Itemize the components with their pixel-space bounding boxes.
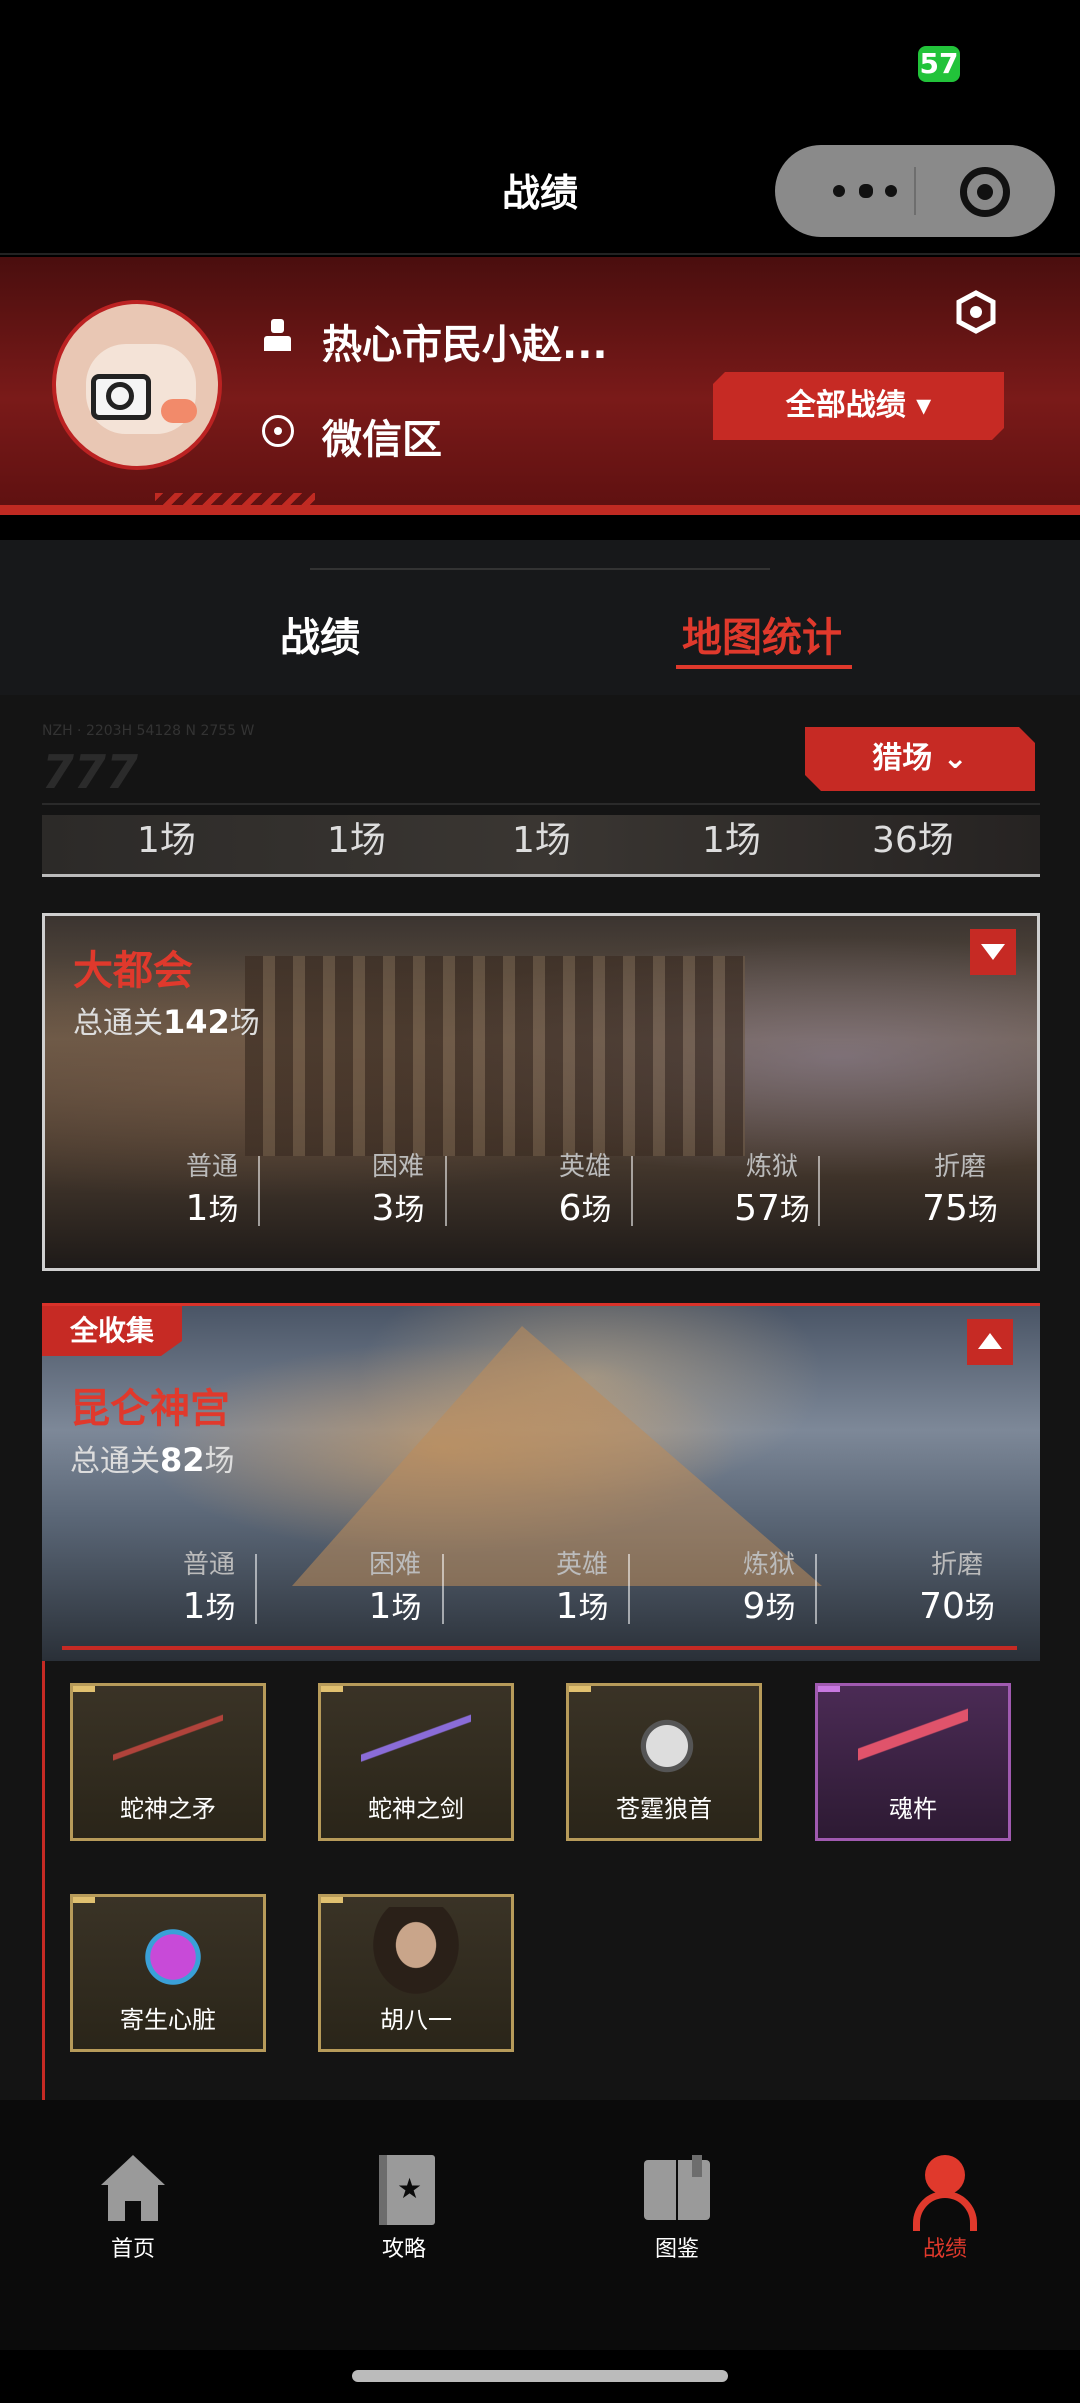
stat-hero: 英雄 1场 [555, 1550, 609, 1627]
map-background-art [245, 956, 745, 1156]
user-icon [262, 319, 292, 353]
avatar[interactable] [52, 300, 222, 470]
stat-torment: 折磨 75场 [922, 1152, 998, 1229]
full-collection-badge: 全收集 [42, 1306, 182, 1356]
collection-grid: 蛇神之矛 蛇神之剑 苍霆狼首 魂杵 寄生心脏 胡八一 [42, 1661, 1040, 2100]
map-card-partial[interactable]: 1场 1场 1场 1场 36场 [42, 815, 1040, 877]
difficulty-stats: 普通 1场 困难 3场 英雄 6场 炼狱 57场 折磨 75场 [45, 1146, 1037, 1256]
map-card-kunlun[interactable]: 全收集 昆仑神宫 总通关82场 普通 1场 困难 1场 英雄 1场 炼狱 9场 折磨 70… [42, 1303, 1040, 1661]
expand-toggle-button[interactable] [970, 929, 1016, 975]
collectible-item[interactable]: 胡八一 [318, 1894, 514, 2052]
decor-hatch [155, 493, 315, 505]
more-icon[interactable] [815, 175, 915, 205]
collectible-item[interactable]: 苍霆狼首 [566, 1683, 762, 1841]
divider [42, 803, 1040, 805]
map-name: 大都会 [73, 948, 193, 994]
stat-value: 1场 [137, 820, 196, 861]
wolf-head-icon [634, 1706, 700, 1786]
tab-active-underline [676, 665, 852, 669]
stat-hard: 困难 1场 [368, 1550, 422, 1627]
stat-normal: 普通 1场 [185, 1152, 239, 1229]
profile-icon [910, 2155, 980, 2231]
map-stats-list[interactable]: NZH · 2203H 54128 N 2755 W 777 猎场 ⌄ 1场 1… [0, 695, 1080, 2100]
map-total-clears: 总通关82场 [70, 1441, 235, 1479]
home-indicator[interactable] [352, 2370, 728, 2382]
triangle-down-icon [981, 944, 1005, 960]
stat-hero: 英雄 6场 [558, 1152, 612, 1229]
map-total-clears: 总通关142场 [73, 1003, 260, 1041]
tab-guide[interactable]: ★ 攻略 [334, 2155, 474, 2263]
stat-value: 36场 [872, 820, 954, 861]
tab-map-stats[interactable]: 地图统计 [682, 605, 842, 663]
heart-icon [143, 1917, 203, 1997]
mini-program-capsule [775, 145, 1055, 237]
tab-home[interactable]: 首页 [63, 2155, 203, 2263]
decor-777-logo: 777 [42, 745, 139, 799]
header-strip [0, 505, 1080, 515]
stat-value: 1场 [702, 820, 761, 861]
collectible-item[interactable]: 魂杵 [815, 1683, 1011, 1841]
stat-value: 1场 [512, 820, 571, 861]
triangle-up-icon [978, 1333, 1002, 1349]
map-card-metropolis[interactable]: 大都会 总通关142场 普通 1场 困难 3场 英雄 6场 炼狱 57场 折磨 75场 [42, 913, 1040, 1271]
tab-records-bottom[interactable]: 战绩 [875, 2155, 1015, 2263]
stat-torment: 折磨 70场 [919, 1550, 995, 1627]
stat-normal: 普通 1场 [182, 1550, 236, 1627]
all-records-dropdown[interactable]: 全部战绩 ▾ [713, 372, 1004, 440]
region-icon [262, 415, 294, 447]
guide-book-icon: ★ [369, 2155, 439, 2225]
tab-records[interactable]: 战绩 [280, 605, 360, 663]
mode-filter-button[interactable]: 猎场 ⌄ [805, 727, 1035, 791]
stat-purgatory: 炼狱 57场 [734, 1152, 810, 1229]
progress-line [62, 1646, 1017, 1650]
tab-atlas[interactable]: 图鉴 [607, 2155, 747, 2263]
bottom-tab-bar: 首页 ★ 攻略 图鉴 战绩 [0, 2100, 1080, 2350]
settings-hex-icon[interactable] [955, 290, 997, 334]
home-icon [98, 2155, 168, 2225]
atlas-icon [642, 2155, 712, 2225]
collectible-item[interactable]: 寄生心脏 [70, 1894, 266, 2052]
username: 热心市民小赵... [322, 322, 608, 368]
decor-coords: NZH · 2203H 54128 N 2755 W [42, 723, 255, 739]
portrait-icon [366, 1907, 466, 2002]
collectible-item[interactable]: 蛇神之矛 [70, 1683, 266, 1841]
spear-icon [113, 1706, 223, 1786]
stat-hard: 困难 3场 [371, 1152, 425, 1229]
tab-bar-top: 战绩 地图统计 [0, 540, 1080, 695]
sword-icon [361, 1706, 471, 1786]
tab-decor-line [310, 568, 770, 570]
region-label: 微信区 [322, 417, 442, 463]
capsule-divider [914, 167, 916, 215]
collectible-item[interactable]: 蛇神之剑 [318, 1683, 514, 1841]
battery-indicator: 57 [918, 46, 960, 82]
close-target-icon[interactable] [960, 167, 1010, 217]
collapse-toggle-button[interactable] [967, 1319, 1013, 1365]
stat-purgatory: 炼狱 9场 [742, 1550, 796, 1627]
pestle-icon [858, 1706, 968, 1786]
difficulty-stats: 普通 1场 困难 1场 英雄 1场 炼狱 9场 折磨 70场 [42, 1544, 1040, 1654]
stat-value: 1场 [327, 820, 386, 861]
map-name: 昆仑神宫 [70, 1386, 230, 1432]
nav-bar: 战绩 [0, 130, 1080, 255]
status-bar: 57 [0, 0, 1080, 130]
